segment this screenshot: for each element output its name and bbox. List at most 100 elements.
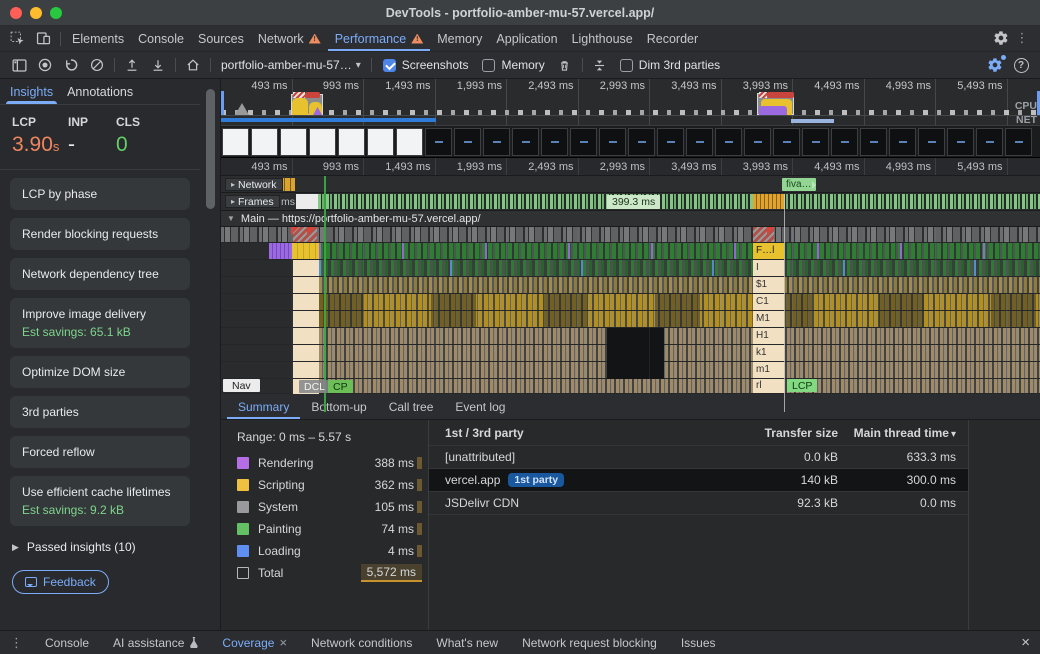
tab-console[interactable]: Console bbox=[131, 26, 191, 51]
screenshot-filmstrip[interactable] bbox=[221, 126, 1040, 158]
collapse-tracks-icon[interactable] bbox=[587, 53, 613, 77]
nav-marker[interactable]: Nav bbox=[223, 379, 260, 392]
screenshot-frame[interactable] bbox=[367, 128, 394, 156]
tab-lighthouse[interactable]: Lighthouse bbox=[565, 26, 640, 51]
insight-card-forced-reflow[interactable]: Forced reflow bbox=[10, 436, 190, 468]
scrollbar-thumb[interactable] bbox=[206, 89, 215, 209]
stack-frame-label[interactable]: $1 bbox=[753, 277, 784, 294]
stack-frame-label[interactable]: H1 bbox=[753, 328, 784, 345]
col-time-header[interactable]: Main thread time▾ bbox=[838, 426, 968, 440]
third-party-table[interactable]: 1st / 3rd party Transfer size Main threa… bbox=[429, 420, 969, 630]
inspect-element-icon[interactable] bbox=[4, 26, 30, 51]
main-thread-header[interactable]: ▼ Main — https://portfolio-amber-mu-57.v… bbox=[221, 211, 1040, 227]
screenshot-frame[interactable] bbox=[280, 128, 307, 156]
screenshot-frame[interactable] bbox=[744, 128, 771, 156]
tab-memory[interactable]: Memory bbox=[430, 26, 489, 51]
insight-card-optimize-dom-size[interactable]: Optimize DOM size bbox=[10, 356, 190, 388]
close-window-button[interactable] bbox=[10, 7, 22, 19]
minimap-left-handle[interactable] bbox=[221, 91, 224, 115]
clear-recording-icon[interactable] bbox=[84, 53, 110, 77]
drawer-tab-issues[interactable]: Issues bbox=[669, 631, 728, 654]
network-track[interactable]: ▸ Network fiva… bbox=[221, 176, 1040, 193]
network-request-pill[interactable]: fiva… bbox=[782, 178, 816, 191]
insight-card-network-dependency-tree[interactable]: Network dependency tree bbox=[10, 258, 190, 290]
drawer-close-icon[interactable]: × bbox=[1021, 634, 1030, 651]
page-selector-dropdown[interactable]: portfolio-amber-mu-57… ▾ bbox=[215, 58, 367, 72]
screenshots-checkbox[interactable] bbox=[383, 59, 396, 72]
close-icon[interactable]: × bbox=[279, 635, 287, 650]
stack-frame-label[interactable]: rl bbox=[753, 379, 784, 394]
screenshot-frame[interactable] bbox=[802, 128, 829, 156]
insight-card-render-blocking-requests[interactable]: Render blocking requests bbox=[10, 218, 190, 250]
memory-checkbox-row[interactable]: Memory bbox=[475, 58, 551, 72]
frames-track[interactable]: ▸ Frames ms 399.3 ms bbox=[221, 193, 1040, 211]
feedback-button[interactable]: Feedback bbox=[12, 570, 109, 594]
screenshot-frame[interactable] bbox=[947, 128, 974, 156]
table-row[interactable]: vercel.app1st party140 kB300.0 ms bbox=[429, 469, 968, 492]
tab-sources[interactable]: Sources bbox=[191, 26, 251, 51]
record-button[interactable] bbox=[32, 53, 58, 77]
stack-frame-label[interactable]: M1 bbox=[753, 311, 784, 328]
screenshot-frame[interactable] bbox=[599, 128, 626, 156]
tab-event-log[interactable]: Event log bbox=[444, 394, 516, 419]
sidebar-tab-insights[interactable]: Insights bbox=[10, 79, 53, 104]
reload-and-record-button[interactable] bbox=[58, 53, 84, 77]
screenshots-checkbox-row[interactable]: Screenshots bbox=[376, 58, 476, 72]
tab-elements[interactable]: Elements bbox=[65, 26, 131, 51]
main-flame-chart[interactable]: F…lI$1C1M1H1k1m1rl Nav DCL CP LCP bbox=[221, 227, 1040, 394]
screenshot-frame[interactable] bbox=[454, 128, 481, 156]
device-toolbar-icon[interactable] bbox=[30, 26, 56, 51]
screenshot-frame[interactable] bbox=[541, 128, 568, 156]
screenshot-frame[interactable] bbox=[396, 128, 423, 156]
stack-frame-label[interactable]: C1 bbox=[753, 294, 784, 311]
stack-frame-label[interactable]: k1 bbox=[753, 345, 784, 362]
insight-card-3rd-parties[interactable]: 3rd parties bbox=[10, 396, 190, 428]
screenshot-frame[interactable] bbox=[425, 128, 452, 156]
download-profile-icon[interactable] bbox=[145, 53, 171, 77]
screenshot-frame[interactable] bbox=[483, 128, 510, 156]
drawer-tab-network-conditions[interactable]: Network conditions bbox=[299, 631, 424, 654]
passed-insights-toggle[interactable]: ▶ Passed insights (10) bbox=[0, 534, 200, 560]
minimize-window-button[interactable] bbox=[30, 7, 42, 19]
settings-gear-icon[interactable] bbox=[988, 26, 1014, 50]
tab-bottom-up[interactable]: Bottom-up bbox=[300, 394, 377, 419]
tab-network[interactable]: Network! bbox=[251, 26, 328, 51]
insight-card-improve-image-delivery[interactable]: Improve image deliveryEst savings: 65.1 … bbox=[10, 298, 190, 348]
toggle-sidebar-icon[interactable] bbox=[6, 53, 32, 77]
screenshot-frame[interactable] bbox=[918, 128, 945, 156]
screenshot-frame[interactable] bbox=[309, 128, 336, 156]
screenshot-frame[interactable] bbox=[251, 128, 278, 156]
maximize-window-button[interactable] bbox=[50, 7, 62, 19]
upload-profile-icon[interactable] bbox=[119, 53, 145, 77]
frames-track-toggle[interactable]: ▸ Frames bbox=[225, 195, 280, 208]
sidebar-scrollbar[interactable] bbox=[200, 79, 221, 630]
stack-frame-label[interactable]: m1 bbox=[753, 362, 784, 379]
insight-card-use-efficient-cache-lifetimes[interactable]: Use efficient cache lifetimesEst savings… bbox=[10, 476, 190, 526]
timeline-overview[interactable]: 493 ms993 ms1,493 ms1,993 ms2,493 ms2,99… bbox=[221, 79, 1040, 126]
network-track-toggle[interactable]: ▸ Network bbox=[225, 178, 283, 191]
col-size-header[interactable]: Transfer size bbox=[728, 426, 838, 440]
tab-recorder[interactable]: Recorder bbox=[640, 26, 705, 51]
collect-garbage-icon[interactable] bbox=[552, 53, 578, 77]
table-row[interactable]: JSDelivr CDN92.3 kB0.0 ms bbox=[429, 492, 968, 515]
capture-settings-gear-icon[interactable] bbox=[982, 53, 1008, 77]
tab-performance[interactable]: Performance! bbox=[328, 26, 431, 51]
screenshot-frame[interactable] bbox=[628, 128, 655, 156]
screenshot-frame[interactable] bbox=[889, 128, 916, 156]
help-icon[interactable]: ? bbox=[1008, 53, 1034, 77]
tab-application[interactable]: Application bbox=[489, 26, 564, 51]
stack-frame-label[interactable]: I bbox=[753, 260, 784, 277]
fcp-marker[interactable]: CP bbox=[328, 380, 353, 393]
screenshot-frame[interactable] bbox=[715, 128, 742, 156]
screenshot-frame[interactable] bbox=[860, 128, 887, 156]
drawer-tab-network-request-blocking[interactable]: Network request blocking bbox=[510, 631, 669, 654]
tab-summary[interactable]: Summary bbox=[227, 394, 300, 419]
screenshot-frame[interactable] bbox=[831, 128, 858, 156]
insight-card-lcp-by-phase[interactable]: LCP by phase bbox=[10, 178, 190, 210]
sidebar-tab-annotations[interactable]: Annotations bbox=[67, 79, 133, 104]
lcp-marker[interactable]: LCP bbox=[787, 379, 817, 392]
drawer-tab-console[interactable]: Console bbox=[33, 631, 101, 654]
screenshot-frame[interactable] bbox=[976, 128, 1003, 156]
screenshot-frame[interactable] bbox=[657, 128, 684, 156]
screenshot-frame[interactable] bbox=[686, 128, 713, 156]
